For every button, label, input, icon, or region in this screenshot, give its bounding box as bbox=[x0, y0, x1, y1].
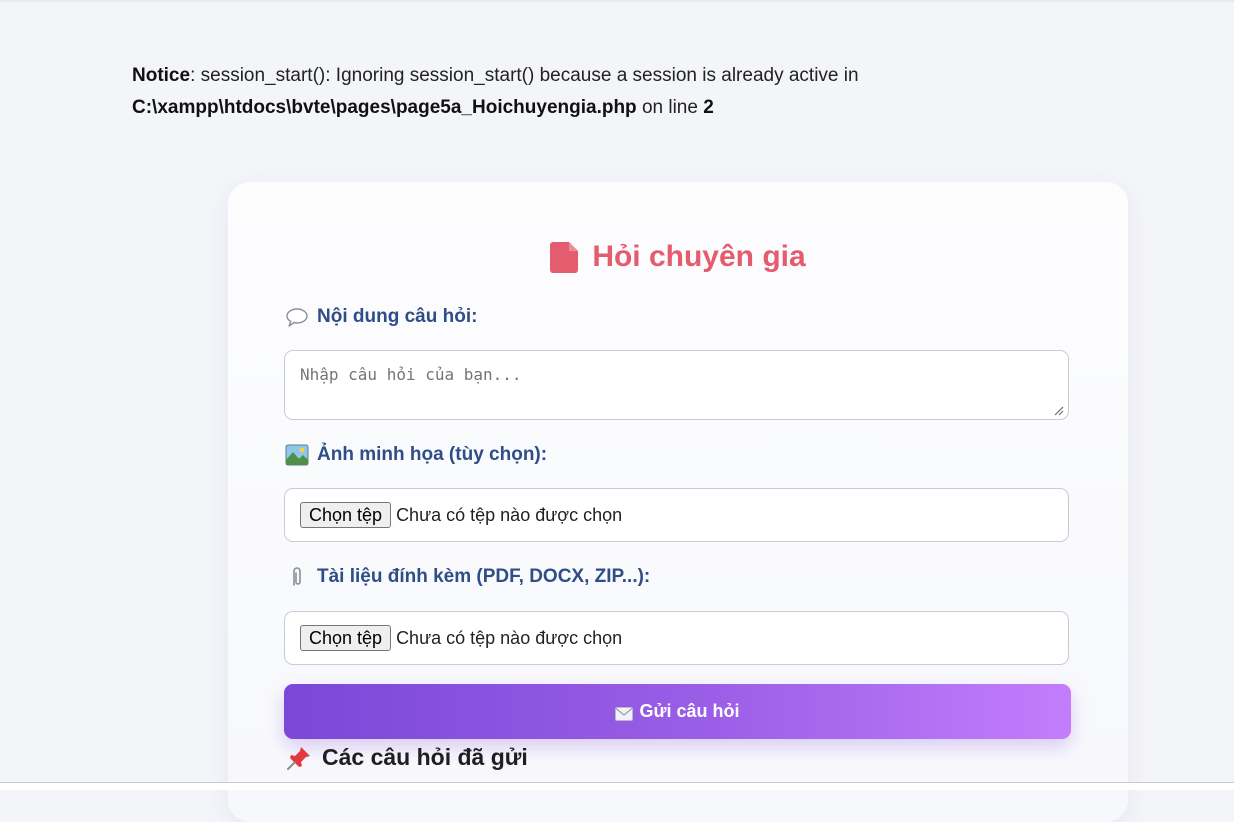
image-file-status: Chưa có tệp nào được chọn bbox=[396, 504, 623, 525]
window-bottom-strip bbox=[0, 783, 1234, 790]
attachment-file-status: Chưa có tệp nào được chọn bbox=[396, 627, 623, 648]
page-title-text: Hỏi chuyên gia bbox=[592, 240, 806, 273]
question-label: Nội dung câu hỏi: bbox=[285, 306, 477, 328]
sent-questions-heading: Các câu hỏi đã gửi bbox=[286, 744, 528, 771]
notice-on-line: on line bbox=[636, 97, 704, 118]
paperclip-icon bbox=[293, 567, 301, 586]
notice-file-path: C:\xampp\htdocs\bvte\pages\page5a_Hoichu… bbox=[132, 97, 637, 118]
submit-question-label: Gửi câu hỏi bbox=[639, 701, 740, 721]
image-label: Ảnh minh họa (tùy chọn): bbox=[285, 444, 547, 466]
page-title: Hỏi chuyên gia bbox=[228, 240, 1128, 274]
notice-line-2: C:\xampp\htdocs\bvte\pages\page5a_Hoichu… bbox=[132, 92, 1032, 124]
question-textarea[interactable] bbox=[284, 350, 1069, 420]
attachment-choose-file-button[interactable]: Chọn tệp bbox=[300, 625, 392, 651]
ask-expert-card: Hỏi chuyên gia Nội dung câu hỏi: Ảnh min… bbox=[228, 182, 1128, 822]
resize-grip-icon[interactable] bbox=[1054, 406, 1064, 416]
notice-label: Notice bbox=[132, 65, 191, 86]
question-label-text: Nội dung câu hỏi: bbox=[317, 306, 478, 327]
document-icon bbox=[550, 242, 579, 273]
top-border bbox=[0, 0, 1234, 2]
pushpin-icon bbox=[287, 746, 310, 770]
notice-line-number: 2 bbox=[703, 97, 714, 118]
php-notice: Notice: session_start(): Ignoring sessio… bbox=[132, 60, 1032, 124]
image-choose-file-button[interactable]: Chọn tệp bbox=[300, 502, 392, 528]
notice-line-1: Notice: session_start(): Ignoring sessio… bbox=[132, 60, 1032, 92]
image-label-text: Ảnh minh họa (tùy chọn): bbox=[317, 444, 548, 465]
attachment-label-text: Tài liệu đính kèm (PDF, DOCX, ZIP...): bbox=[317, 566, 651, 587]
attachment-file-input: Chọn tệp Chưa có tệp nào được chọn bbox=[284, 611, 1069, 665]
picture-icon bbox=[285, 444, 309, 466]
attachment-label: Tài liệu đính kèm (PDF, DOCX, ZIP...): bbox=[285, 566, 650, 588]
submit-question-button[interactable]: Gửi câu hỏi bbox=[284, 684, 1071, 739]
speech-bubble-icon bbox=[286, 308, 308, 327]
notice-message: : session_start(): Ignoring session_star… bbox=[190, 65, 859, 86]
sent-questions-heading-text: Các câu hỏi đã gửi bbox=[322, 744, 528, 770]
envelope-icon bbox=[615, 706, 634, 721]
image-file-input: Chọn tệp Chưa có tệp nào được chọn bbox=[284, 488, 1069, 542]
